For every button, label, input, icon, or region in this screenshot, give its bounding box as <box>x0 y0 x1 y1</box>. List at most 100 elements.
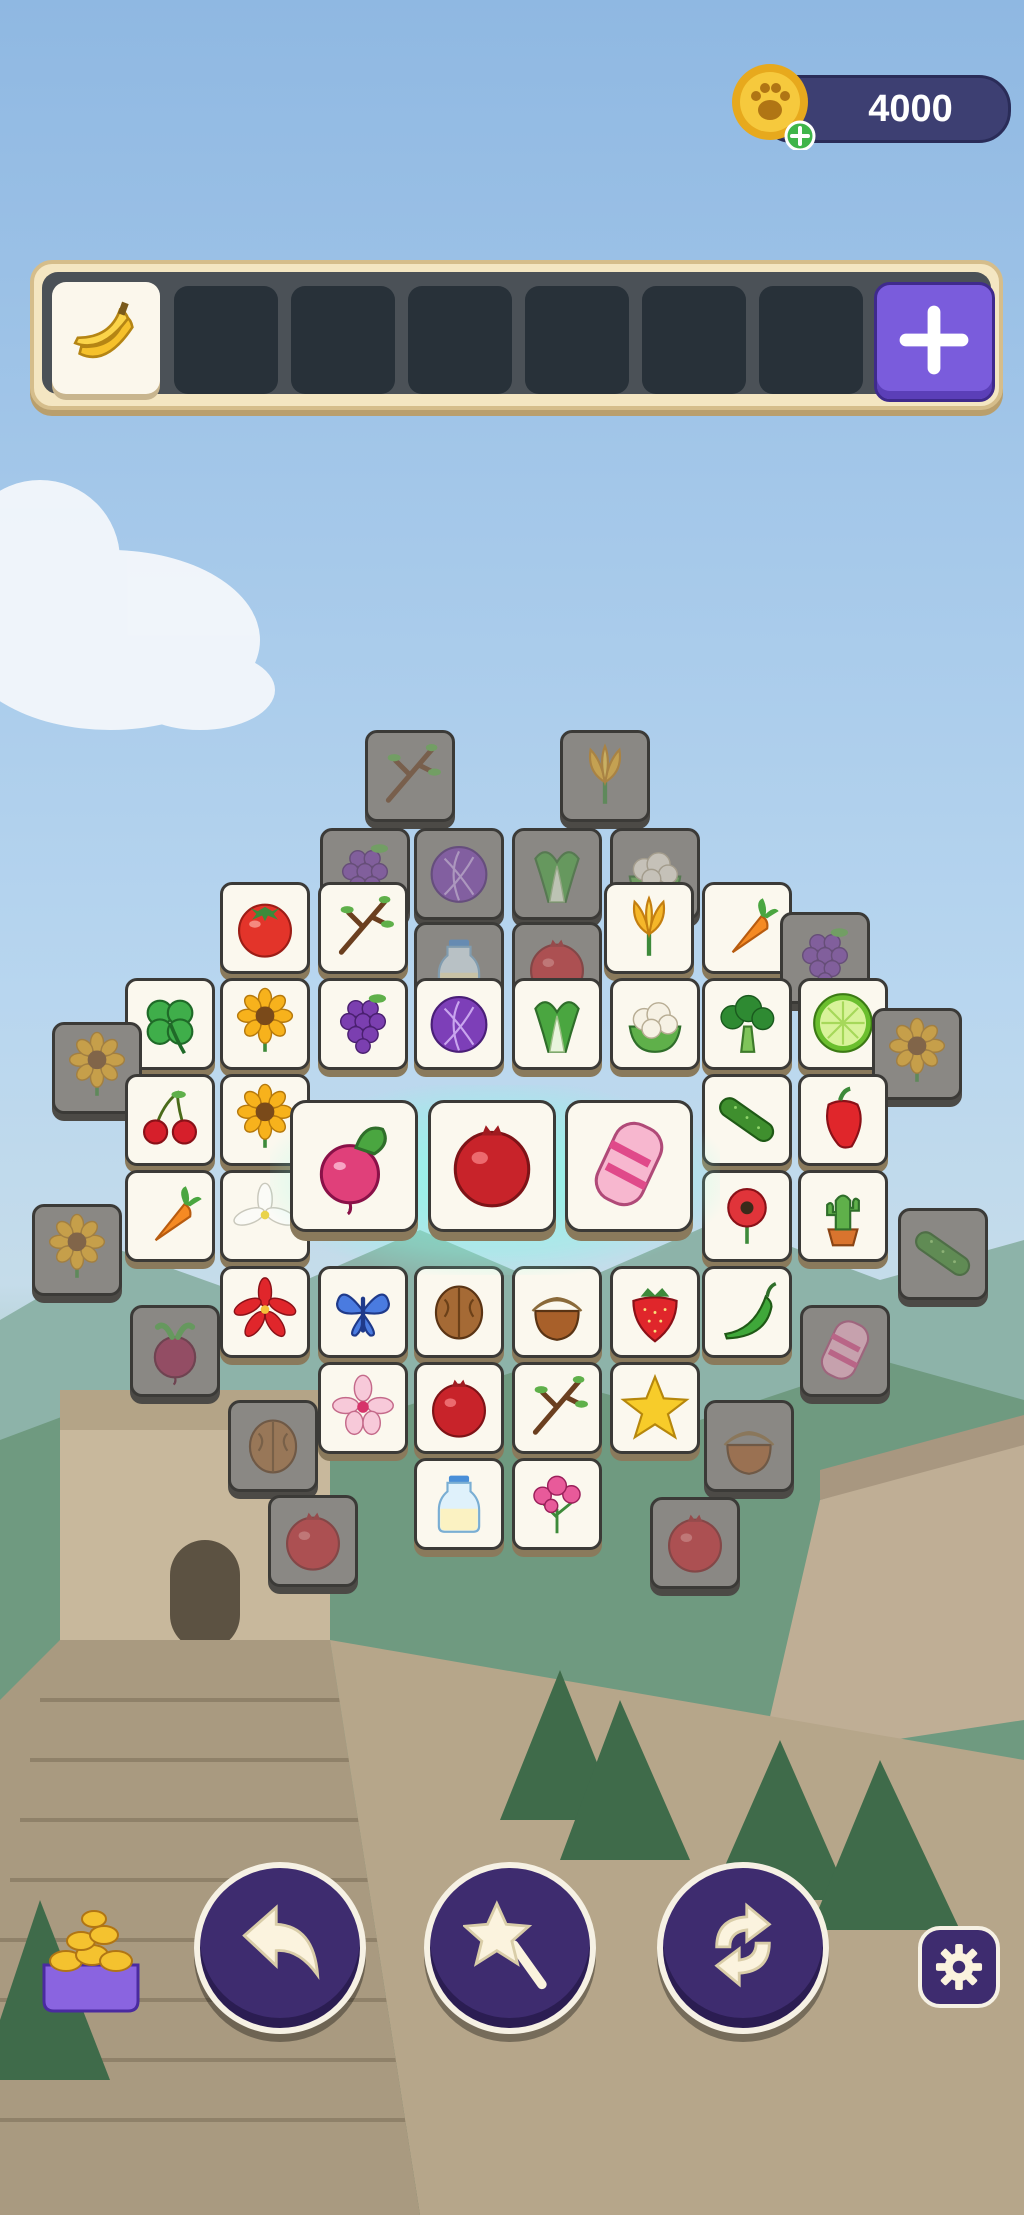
tile-cactus[interactable] <box>798 1170 888 1262</box>
tile-marshmallow <box>800 1305 890 1397</box>
pomegranate-icon <box>277 1504 349 1576</box>
tray-slot <box>525 286 629 394</box>
tile-marshmallow[interactable] <box>565 1100 693 1232</box>
marshmallow-icon <box>809 1314 881 1386</box>
tile-sunflower <box>32 1204 122 1296</box>
radish-icon <box>303 1113 405 1215</box>
branch-icon <box>374 739 446 811</box>
pomegranate-icon <box>423 1371 495 1443</box>
tile-carrot[interactable] <box>702 882 792 974</box>
tile-branch[interactable] <box>512 1362 602 1454</box>
orchid-icon <box>327 1371 399 1443</box>
tile-sunflower[interactable] <box>220 978 310 1070</box>
tile-cabbage <box>414 828 504 920</box>
sunflower-icon <box>41 1213 113 1285</box>
tile-bok-choy[interactable] <box>512 978 602 1070</box>
tile-hazelnut[interactable] <box>512 1266 602 1358</box>
tile-beet <box>130 1305 220 1397</box>
tray-slot <box>291 286 395 394</box>
shuffle-button[interactable] <box>657 1862 829 2034</box>
tile-pomegranate[interactable] <box>414 1362 504 1454</box>
paw-coin-icon[interactable] <box>728 60 818 150</box>
carrot-icon <box>711 891 783 963</box>
gear-icon <box>935 1943 983 1991</box>
tile-crocus <box>560 730 650 822</box>
sunflower-icon <box>229 987 301 1059</box>
tile-grapes[interactable] <box>318 978 408 1070</box>
beet-icon <box>139 1314 211 1386</box>
tile-branch <box>365 730 455 822</box>
tile-star-fruit[interactable] <box>610 1362 700 1454</box>
tile-cherries[interactable] <box>125 1074 215 1166</box>
tile-bok-choy <box>512 828 602 920</box>
cauliflower-icon <box>619 987 691 1059</box>
bok-choy-icon <box>521 987 593 1059</box>
cactus-icon <box>807 1179 879 1251</box>
bell-pepper-icon <box>807 1083 879 1155</box>
butterfly-icon <box>327 1275 399 1347</box>
tile-hazelnut <box>704 1400 794 1492</box>
crocus-icon <box>613 891 685 963</box>
undo-button[interactable] <box>194 1862 366 2034</box>
tile-tray <box>30 260 1003 410</box>
tile-red-lily[interactable] <box>220 1266 310 1358</box>
tile-bell-pepper[interactable] <box>798 1074 888 1166</box>
tile-cabbage[interactable] <box>414 978 504 1070</box>
cucumber-icon <box>711 1083 783 1155</box>
tile-orchid[interactable] <box>318 1362 408 1454</box>
tile-pomegranate <box>650 1497 740 1589</box>
tile-butterfly[interactable] <box>318 1266 408 1358</box>
tile-branch[interactable] <box>318 882 408 974</box>
tray-slot <box>408 286 512 394</box>
strawberry-icon <box>619 1275 691 1347</box>
hazelnut-icon <box>521 1275 593 1347</box>
tile-broccoli[interactable] <box>702 978 792 1070</box>
tray-slot <box>642 286 746 394</box>
tile-pink-flowers[interactable] <box>512 1458 602 1550</box>
tile-pomegranate[interactable] <box>428 1100 556 1232</box>
settings-button[interactable] <box>918 1926 1000 2008</box>
lime-icon <box>807 987 879 1059</box>
tile-pomegranate <box>268 1495 358 1587</box>
sunflower-icon <box>61 1031 133 1103</box>
crocus-icon <box>569 739 641 811</box>
clover-icon <box>134 987 206 1059</box>
tile-crocus[interactable] <box>604 882 694 974</box>
magic-wand-button[interactable] <box>424 1862 596 2034</box>
milk-bottle-icon <box>423 1467 495 1539</box>
grapes-icon <box>327 987 399 1059</box>
hazelnut-icon <box>713 1409 785 1481</box>
tile-milk-bottle[interactable] <box>414 1458 504 1550</box>
tile-walnut[interactable] <box>414 1266 504 1358</box>
shuffle-icon <box>714 1902 772 1988</box>
bok-choy-icon <box>521 837 593 909</box>
coin-value: 4000 <box>868 88 953 130</box>
pomegranate-icon <box>441 1113 543 1215</box>
tray-slot <box>759 286 863 394</box>
marshmallow-icon <box>578 1113 680 1215</box>
add-slot-button[interactable] <box>874 282 995 402</box>
tile-tomato[interactable] <box>220 882 310 974</box>
broccoli-icon <box>711 987 783 1059</box>
tile-chili-pepper[interactable] <box>702 1266 792 1358</box>
sunflower-icon <box>881 1017 953 1089</box>
cherries-icon <box>134 1083 206 1155</box>
walnut-icon <box>237 1409 309 1481</box>
tile-strawberry[interactable] <box>610 1266 700 1358</box>
cabbage-icon <box>423 837 495 909</box>
pomegranate-icon <box>659 1506 731 1578</box>
tomato-icon <box>229 891 301 963</box>
carrot-icon <box>134 1179 206 1251</box>
tile-walnut <box>228 1400 318 1492</box>
tile-radish[interactable] <box>290 1100 418 1232</box>
coin-pot-icon[interactable] <box>36 1905 146 2015</box>
cabbage-icon <box>423 987 495 1059</box>
tile-cucumber <box>898 1208 988 1300</box>
tile-carrot[interactable] <box>125 1170 215 1262</box>
red-lily-icon <box>229 1275 301 1347</box>
branch-icon <box>521 1371 593 1443</box>
banana-icon <box>73 301 134 359</box>
magic-wand-icon <box>463 1900 547 1990</box>
undo-arrow-icon <box>242 1904 320 1981</box>
tile-cauliflower[interactable] <box>610 978 700 1070</box>
